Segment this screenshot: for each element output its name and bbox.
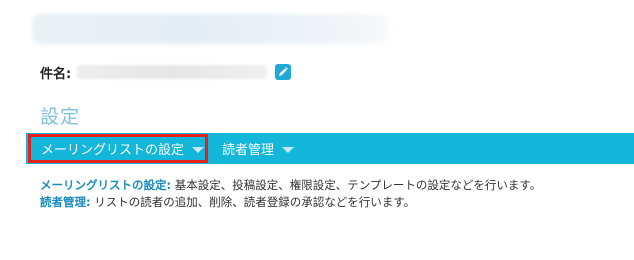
description-line: メーリングリストの設定: 基本設定、投稿設定、権限設定、テンプレートの設定などを… — [40, 177, 541, 193]
description-key: メーリングリストの設定: — [40, 178, 172, 192]
tab-label: 読者管理 — [222, 143, 275, 158]
description-text: リストの読者の追加、削除、読者登録の承認などを行います。 — [90, 195, 416, 209]
tab-label: メーリングリストの設定 — [41, 143, 185, 158]
subject-row: 件名: — [40, 62, 292, 82]
subject-label: 件名: — [40, 66, 72, 82]
blurred-title — [32, 14, 388, 44]
section-title: 設定 — [40, 106, 81, 128]
tab-mailing-list-settings[interactable]: メーリングリストの設定 — [28, 134, 208, 163]
tab-reader-management[interactable]: 読者管理 — [222, 133, 295, 164]
page: 件名: 設定 メーリングリストの設定 読者管理 メーリングリストの設定: 基本設… — [0, 0, 634, 260]
caret-down-icon — [282, 146, 295, 153]
edit-subject-button[interactable] — [275, 64, 292, 80]
pencil-icon — [279, 67, 289, 76]
description-line: 読者管理: リストの読者の追加、削除、読者登録の承認などを行います。 — [40, 194, 415, 210]
description-key: 読者管理: — [40, 195, 91, 209]
description-text: 基本設定、投稿設定、権限設定、テンプレートの設定などを行います。 — [171, 178, 542, 192]
caret-down-icon — [192, 146, 205, 153]
subject-value-redacted — [77, 65, 268, 79]
